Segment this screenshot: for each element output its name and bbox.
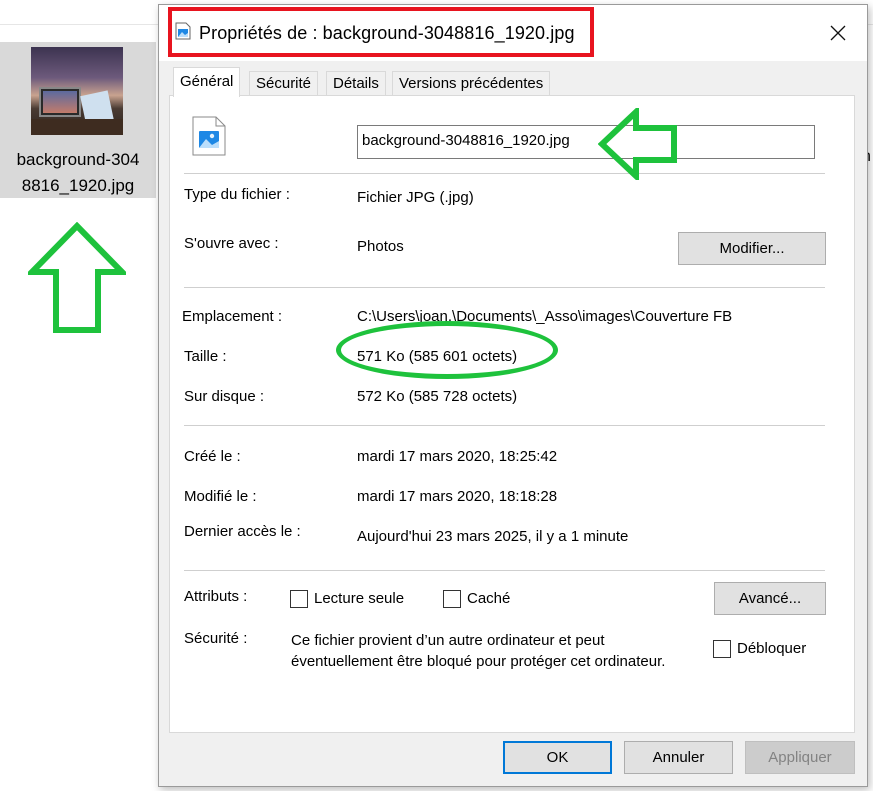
general-tab-panel: Type du fichier : Fichier JPG (.jpg) S'o…	[169, 95, 855, 733]
jpg-file-large-icon	[192, 116, 226, 160]
size-on-disk-value: 572 Ko (585 728 octets)	[357, 388, 518, 405]
separator	[184, 425, 825, 426]
ok-button[interactable]: OK	[503, 741, 612, 774]
created-label: Créé le :	[184, 448, 241, 465]
green-up-arrow-annotation	[28, 222, 126, 333]
change-app-button[interactable]: Modifier...	[678, 232, 826, 265]
file-name-label: background-304 8816_1920.jpg	[16, 150, 140, 195]
file-type-label: Type du fichier :	[184, 186, 290, 203]
readonly-checkbox[interactable]	[290, 590, 308, 608]
separator	[184, 287, 825, 288]
unblock-checkbox[interactable]	[713, 640, 731, 658]
opens-with-label: S'ouvre avec :	[184, 235, 279, 252]
last-access-label: Dernier accès le :	[184, 523, 301, 540]
green-ellipse-annotation	[336, 321, 558, 379]
tab-security[interactable]: Sécurité	[249, 71, 319, 95]
security-label: Sécurité :	[184, 630, 248, 647]
file-thumbnail	[31, 47, 123, 135]
location-label: Emplacement :	[182, 308, 283, 325]
hidden-label[interactable]: Caché	[467, 590, 510, 607]
modified-value: mardi 17 mars 2020, 18:18:28	[357, 488, 558, 505]
created-value: mardi 17 mars 2020, 18:25:42	[357, 448, 558, 465]
modified-label: Modifié le :	[184, 488, 257, 505]
filename-field[interactable]	[357, 125, 815, 159]
tab-previous-versions[interactable]: Versions précédentes	[392, 71, 551, 95]
advanced-button[interactable]: Avancé...	[714, 582, 826, 615]
separator	[184, 173, 825, 174]
cancel-button[interactable]: Annuler	[624, 741, 733, 774]
last-access-value: Aujourd'hui 23 mars 2025, il y a 1 minut…	[357, 528, 629, 545]
opens-with-value: Photos	[357, 238, 404, 255]
file-item-selected[interactable]: background-304 8816_1920.jpg	[0, 42, 156, 198]
unblock-label[interactable]: Débloquer	[737, 640, 806, 657]
size-on-disk-label: Sur disque :	[184, 388, 265, 405]
security-warning-text: Ce fichier provient d’un autre ordinateu…	[291, 632, 666, 670]
tab-general[interactable]: Général	[173, 67, 241, 97]
apply-button[interactable]: Appliquer	[745, 741, 855, 774]
red-highlight-box-annotation	[168, 7, 594, 57]
close-icon	[830, 25, 846, 41]
file-type-value: Fichier JPG (.jpg)	[357, 189, 474, 206]
readonly-label[interactable]: Lecture seule	[314, 590, 404, 607]
hidden-checkbox[interactable]	[443, 590, 461, 608]
green-left-arrow-annotation	[598, 108, 677, 180]
size-label: Taille :	[184, 348, 227, 365]
attributes-label: Attributs :	[184, 588, 248, 605]
dialog-titlebar[interactable]: Propriétés de : background-3048816_1920.…	[159, 5, 867, 61]
properties-dialog: Propriétés de : background-3048816_1920.…	[158, 4, 868, 787]
close-button[interactable]	[815, 13, 861, 53]
separator	[184, 570, 825, 571]
tab-details[interactable]: Détails	[326, 71, 386, 95]
